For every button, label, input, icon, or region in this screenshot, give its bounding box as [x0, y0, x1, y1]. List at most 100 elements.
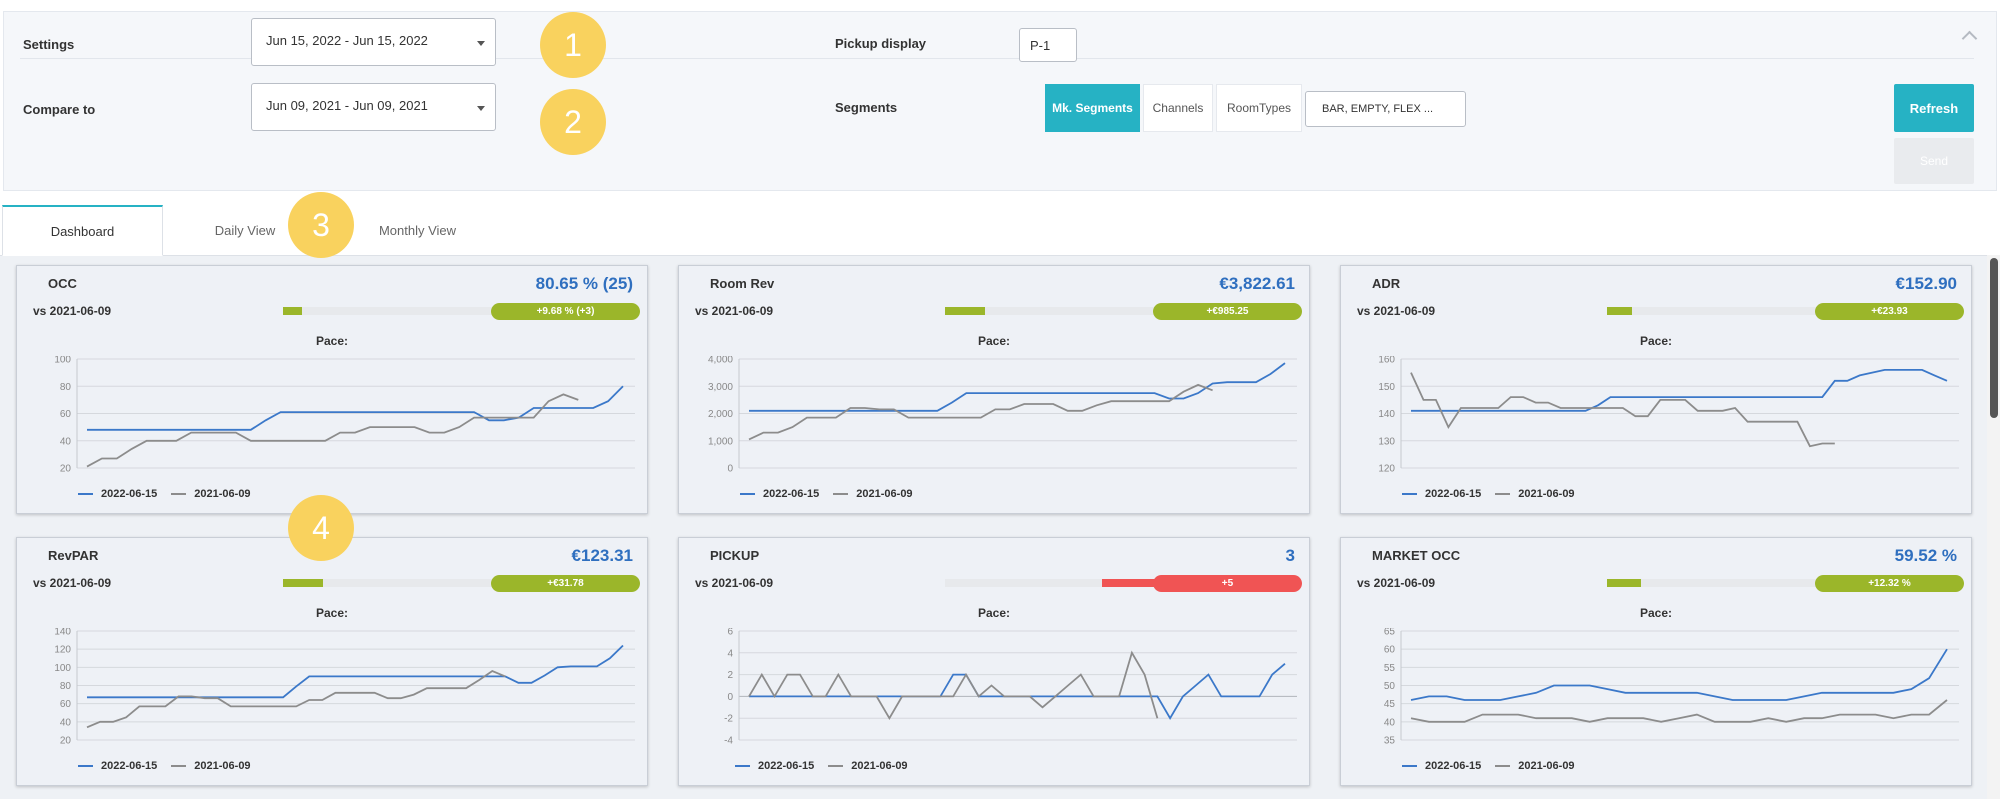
pace-chart: 100 80 60 40 20: [54, 356, 635, 475]
segment-filter-select[interactable]: BAR, EMPTY, FLEX ...: [1305, 91, 1466, 127]
delta-pill: +€985.25: [1153, 303, 1302, 320]
annotation-badge-3: 3: [288, 192, 354, 258]
card-compare-date: vs 2021-06-09: [33, 576, 112, 590]
legend-line-icon: [1402, 493, 1417, 495]
compare-date-range-value: Jun 09, 2021 - Jun 09, 2021: [266, 98, 428, 113]
y-tick-label: 80: [60, 382, 72, 393]
y-tick-label: 150: [1378, 382, 1395, 393]
legend-label: 2022-06-15: [101, 488, 158, 500]
legend-line-icon: [740, 493, 755, 495]
chart-legend: 2022-06-15 2021-06-09: [1402, 488, 1575, 500]
settings-label: Settings: [23, 37, 75, 52]
chart-legend: 2022-06-15 2021-06-09: [78, 488, 251, 500]
chart-legend: 2022-06-15 2021-06-09: [735, 760, 908, 772]
y-tick-label: 2,000: [708, 409, 733, 420]
y-tick-label: 4: [727, 648, 733, 659]
legend-line-icon: [171, 765, 187, 767]
kpi-card-pickup[interactable]: PICKUP 3 vs 2021-06-09 +5 Pace: 6 4 2 0 -2 -4…: [678, 537, 1310, 786]
y-tick-label: 0: [727, 692, 733, 703]
card-value: €3,822.61: [1219, 274, 1295, 293]
y-tick-label: 20: [60, 464, 72, 475]
y-tick-label: 55: [1384, 663, 1396, 674]
legend-label: 2021-06-09: [851, 760, 908, 772]
pickup-display-label: Pickup display: [835, 36, 927, 51]
y-tick-label: 6: [727, 628, 733, 638]
y-tick-label: 60: [60, 699, 72, 710]
y-tick-label: 120: [54, 645, 71, 656]
legend-item-current: 2022-06-15: [740, 488, 819, 500]
y-tick-label: 40: [60, 436, 72, 447]
legend-line-icon: [78, 493, 93, 495]
tab-daily-view[interactable]: Daily View: [200, 205, 290, 256]
pace-label: Pace:: [977, 334, 1011, 348]
legend-label: 2021-06-09: [1518, 488, 1575, 500]
pickup-display-input[interactable]: P-1: [1019, 28, 1077, 62]
card-title: MARKET OCC: [1372, 548, 1461, 563]
settings-date-range-select[interactable]: Jun 15, 2022 - Jun 15, 2022: [251, 18, 496, 66]
send-button-label: Send: [1919, 154, 1949, 168]
legend-line-icon: [1402, 765, 1417, 767]
y-tick-label: 80: [60, 681, 72, 692]
card-title: Room Rev: [710, 276, 775, 291]
pace-label: Pace:: [1639, 606, 1673, 620]
card-value: 80.65 % (25): [535, 274, 633, 293]
segment-tab-channels[interactable]: Channels: [1143, 84, 1213, 132]
y-tick-label: 50: [1384, 681, 1396, 692]
kpi-card-revpar[interactable]: RevPAR €123.31 vs 2021-06-09 +€31.78 Pac…: [16, 537, 648, 786]
pace-label: Pace:: [1639, 334, 1673, 348]
settings-date-range-value: Jun 15, 2022 - Jun 15, 2022: [266, 33, 428, 48]
y-tick-label: 160: [1378, 356, 1395, 366]
y-tick-label: 1,000: [708, 436, 733, 447]
y-tick-label: -4: [724, 736, 733, 747]
y-tick-label: 3,000: [708, 382, 733, 393]
series-line-current: [87, 644, 624, 699]
legend-label: 2021-06-09: [1518, 760, 1575, 772]
scrollbar-thumb[interactable]: [1990, 258, 1998, 418]
y-tick-label: 65: [1384, 628, 1396, 638]
compare-date-range-select[interactable]: Jun 09, 2021 - Jun 09, 2021: [251, 83, 496, 131]
legend-line-icon: [171, 493, 187, 495]
chart-legend: 2022-06-15 2021-06-09: [1402, 760, 1575, 772]
send-button[interactable]: Send: [1894, 138, 1974, 184]
kpi-card-market-occ[interactable]: MARKET OCC 59.52 % vs 2021-06-09 +12.32 …: [1340, 537, 1972, 786]
card-value: 3: [1285, 546, 1295, 565]
y-tick-label: 35: [1384, 736, 1396, 747]
progress-fill: [283, 579, 323, 587]
card-compare-date: vs 2021-06-09: [1357, 576, 1436, 590]
kpi-card-occ[interactable]: OCC 80.65 % (25) vs 2021-06-09 +9.68 % (…: [16, 265, 648, 514]
card-value: 59.52 %: [1894, 546, 1957, 565]
legend-item-previous: 2021-06-09: [833, 488, 913, 500]
legend-label: 2022-06-15: [101, 760, 158, 772]
y-tick-label: 120: [1378, 464, 1395, 475]
segments-label: Segments: [835, 100, 898, 115]
y-tick-label: 130: [1378, 436, 1395, 447]
refresh-button[interactable]: Refresh: [1894, 84, 1974, 132]
tab-monthly-view[interactable]: Monthly View: [365, 205, 470, 256]
tab-dashboard[interactable]: Dashboard: [2, 205, 163, 256]
series-line-previous: [86, 669, 506, 729]
series-line-previous: [748, 650, 1159, 720]
y-tick-label: 0: [727, 464, 733, 475]
series-line-current: [1410, 648, 1948, 701]
legend-item-previous: 2021-06-09: [1495, 488, 1575, 500]
legend-item-previous: 2021-06-09: [828, 760, 908, 772]
kpi-card-adr[interactable]: ADR €152.90 vs 2021-06-09 +€23.93 Pace: …: [1340, 265, 1972, 514]
legend-line-icon: [833, 493, 849, 495]
y-tick-label: -2: [724, 714, 733, 725]
progress-track: [283, 307, 493, 315]
segment-tab-mk-segments[interactable]: Mk. Segments: [1045, 84, 1140, 132]
legend-label: 2021-06-09: [194, 488, 251, 500]
y-tick-label: 100: [54, 356, 71, 366]
y-tick-label: 40: [60, 717, 72, 728]
legend-item-current: 2022-06-15: [735, 760, 814, 772]
kpi-card-room-rev[interactable]: Room Rev €3,822.61 vs 2021-06-09 +€985.2…: [678, 265, 1310, 514]
progress-fill: [945, 307, 985, 315]
pace-chart: 6 4 2 0 -2 -4: [724, 628, 1297, 747]
progress-track: [1607, 307, 1817, 315]
y-tick-label: 20: [60, 736, 72, 747]
legend-line-icon: [1495, 493, 1511, 495]
caret-down-icon: [477, 106, 485, 111]
segment-tab-roomtypes[interactable]: RoomTypes: [1216, 84, 1302, 132]
card-title: ADR: [1372, 276, 1401, 291]
progress-fill: [1607, 579, 1641, 587]
